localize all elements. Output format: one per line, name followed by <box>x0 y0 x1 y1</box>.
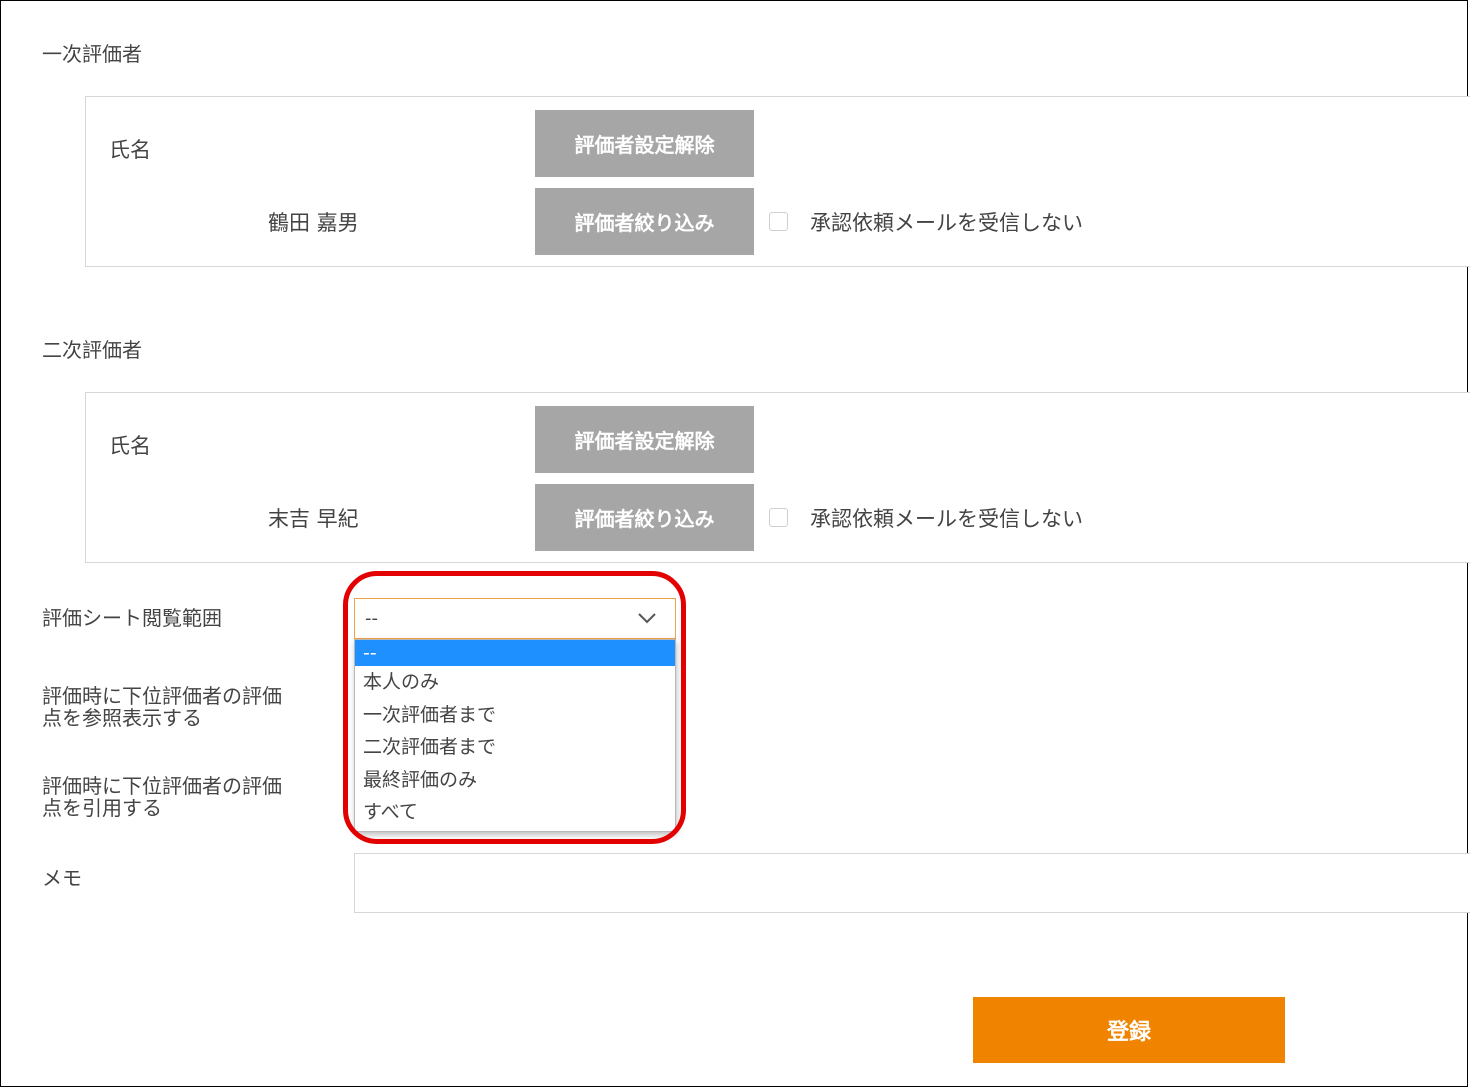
quote-scores-label: 評価時に下位評価者の評価 点を引用する <box>42 775 282 819</box>
dropdown-option[interactable]: すべて <box>355 796 675 829</box>
second-evaluator-panel: 氏名 末吉 早紀 評価者設定解除 評価者絞り込み 承認依頼メールを受信しない <box>85 392 1470 563</box>
second-evaluator-no-mail-checkbox[interactable] <box>769 508 788 527</box>
quote-scores-label-line1: 評価時に下位評価者の評価 <box>42 774 282 798</box>
first-evaluator-no-mail-checkbox[interactable] <box>769 212 788 231</box>
view-scope-label: 評価シート閲覧範囲 <box>42 606 222 630</box>
reference-display-label: 評価時に下位評価者の評価 点を参照表示する <box>42 685 282 729</box>
second-evaluator-title: 二次評価者 <box>42 338 142 362</box>
reference-display-label-line2: 点を参照表示する <box>42 706 202 730</box>
register-button[interactable]: 登録 <box>973 997 1285 1063</box>
dropdown-option[interactable]: 二次評価者まで <box>355 731 675 764</box>
reference-display-label-line1: 評価時に下位評価者の評価 <box>42 684 282 708</box>
second-evaluator-filter-button[interactable]: 評価者絞り込み <box>535 484 754 551</box>
second-evaluator-unset-button[interactable]: 評価者設定解除 <box>535 406 754 473</box>
second-evaluator-no-mail-label[interactable]: 承認依頼メールを受信しない <box>810 503 1083 533</box>
memo-label: メモ <box>42 866 82 890</box>
first-evaluator-unset-button[interactable]: 評価者設定解除 <box>535 110 754 177</box>
view-scope-select[interactable]: -- <box>354 598 676 639</box>
first-evaluator-filter-button[interactable]: 評価者絞り込み <box>535 188 754 255</box>
first-evaluator-panel: 氏名 鶴田 嘉男 評価者設定解除 評価者絞り込み 承認依頼メールを受信しない <box>85 96 1470 267</box>
first-evaluator-name: 鶴田 嘉男 <box>268 211 359 235</box>
dropdown-option[interactable]: 一次評価者まで <box>355 699 675 732</box>
dropdown-option[interactable]: 最終評価のみ <box>355 764 675 797</box>
dropdown-option[interactable]: 本人のみ <box>355 666 675 699</box>
second-evaluator-name: 末吉 早紀 <box>268 507 359 531</box>
name-label: 氏名 <box>109 434 151 458</box>
first-evaluator-no-mail-label[interactable]: 承認依頼メールを受信しない <box>810 207 1083 237</box>
view-scope-selected-value: -- <box>365 608 378 629</box>
chevron-down-icon <box>638 613 656 624</box>
view-scope-dropdown-list: -- 本人のみ 一次評価者まで 二次評価者まで 最終評価のみ すべて <box>354 639 676 832</box>
dropdown-option[interactable]: -- <box>355 640 675 666</box>
quote-scores-label-line2: 点を引用する <box>42 796 162 820</box>
memo-input[interactable] <box>354 853 1470 913</box>
first-evaluator-title: 一次評価者 <box>42 42 142 66</box>
name-label: 氏名 <box>109 138 151 162</box>
